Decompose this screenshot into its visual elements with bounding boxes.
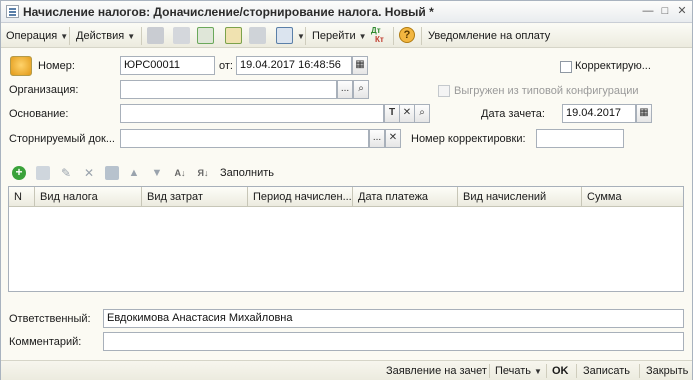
reversed-doc-input[interactable] — [120, 129, 369, 148]
chevron-down-icon: ▼ — [127, 32, 136, 41]
correction-number-input[interactable] — [536, 129, 624, 148]
toolbar-divider — [421, 27, 422, 45]
bottom-command-bar: Заявление на зачет Печать ▼ OK Записать З… — [1, 360, 692, 380]
clear-icon[interactable]: ✕ — [385, 129, 401, 148]
copy-row-icon[interactable] — [36, 166, 50, 180]
number-edit-icon[interactable] — [10, 56, 32, 76]
correction-checkbox[interactable] — [560, 61, 572, 73]
column-header-expense-type[interactable]: Вид затрат — [142, 187, 248, 207]
comment-input[interactable] — [103, 332, 684, 351]
responsible-input[interactable]: Евдокимова Анастасия Михайловна — [103, 309, 684, 328]
help-icon[interactable]: ? — [399, 27, 415, 43]
toolbar-divider — [141, 27, 142, 45]
post-document-icon[interactable] — [147, 27, 164, 44]
close-button[interactable]: Закрыть — [646, 364, 688, 379]
column-header-accrual-period[interactable]: Период начислен... — [248, 187, 353, 207]
toolbar-divider — [305, 27, 306, 45]
save-button[interactable]: Записать — [583, 364, 630, 379]
ok-button[interactable]: OK — [552, 364, 569, 379]
main-toolbar: Операция ▼ Действия ▼ ▼ Перейти ▼ Дт Кт ? У… — [1, 24, 692, 48]
fill-button[interactable]: Заполнить — [220, 167, 274, 179]
edit-row-icon[interactable]: ✎ — [59, 166, 73, 180]
toolbar-divider — [546, 364, 547, 378]
column-header-amount[interactable]: Сумма — [582, 187, 683, 207]
date-from-label: от: — [219, 60, 233, 72]
exported-checkbox[interactable] — [438, 85, 450, 97]
number-input[interactable]: ЮРС00011 — [120, 56, 215, 75]
actions-menu[interactable]: Действия ▼ — [76, 28, 135, 44]
column-header-tax-type[interactable]: Вид налога — [35, 187, 142, 207]
print-menu[interactable]: Печать ▼ — [495, 364, 542, 379]
column-header-payment-date[interactable]: Дата платежа — [353, 187, 458, 207]
document-icon — [6, 5, 19, 18]
dt-kt-icon[interactable]: Дт Кт — [371, 26, 384, 44]
toolbar-divider — [639, 364, 640, 378]
exported-label: Выгружен из типовой конфигурации — [454, 85, 639, 97]
list-icon[interactable] — [173, 27, 190, 44]
delete-row-icon[interactable]: ✕ — [82, 166, 96, 180]
toolbar-divider — [393, 27, 394, 45]
end-edit-icon[interactable] — [105, 166, 119, 180]
operation-menu[interactable]: Операция ▼ — [6, 28, 68, 44]
search-icon[interactable]: ⌕ — [353, 80, 369, 99]
number-label: Номер: — [38, 60, 75, 72]
responsible-label: Ответственный: — [9, 313, 91, 325]
offset-statement-button[interactable]: Заявление на зачет — [386, 364, 487, 379]
chevron-down-icon: ▼ — [358, 32, 367, 41]
structure-icon[interactable] — [249, 27, 266, 44]
column-header-n[interactable]: N — [9, 187, 35, 207]
create-based-on-icon[interactable] — [225, 27, 242, 44]
basis-type-button[interactable]: T — [384, 104, 400, 123]
calendar-icon[interactable]: ▦ — [352, 56, 368, 75]
maximize-button[interactable]: □ — [658, 5, 672, 18]
toolbar-divider — [576, 364, 577, 378]
document-date-input[interactable]: 19.04.2017 16:48:56 — [236, 56, 352, 75]
comment-label: Комментарий: — [9, 336, 82, 348]
print-menu-label: Печать — [495, 365, 532, 377]
dt-label: Дт — [371, 26, 381, 35]
move-down-icon[interactable]: ▼ — [150, 166, 164, 180]
calendar-icon[interactable]: ▦ — [636, 104, 652, 123]
table-header: N Вид налога Вид затрат Период начислен.… — [9, 187, 683, 207]
move-up-icon[interactable]: ▲ — [127, 166, 141, 180]
toolbar-divider — [69, 27, 70, 45]
goto-menu[interactable]: Перейти ▼ — [312, 28, 367, 44]
payment-notice-button[interactable]: Уведомление на оплату — [428, 28, 550, 44]
sort-descending-icon[interactable]: Я↓ — [196, 166, 210, 180]
correction-label: Корректирую... — [575, 60, 651, 72]
chevron-down-icon: ▼ — [60, 32, 69, 41]
add-row-icon[interactable]: + — [12, 166, 26, 180]
basis-label: Основание: — [9, 108, 69, 120]
offset-date-input[interactable]: 19.04.2017 — [562, 104, 636, 123]
correction-number-label: Номер корректировки: — [411, 133, 526, 145]
taxes-table[interactable]: N Вид налога Вид затрат Период начислен.… — [8, 186, 684, 292]
reversed-doc-select-button[interactable]: ... — [369, 129, 385, 148]
chevron-down-icon: ▼ — [534, 367, 542, 376]
document-window: Начисление налогов: Доначисление/сторнир… — [0, 0, 693, 380]
search-icon[interactable]: ⌕ — [414, 104, 430, 123]
operation-menu-label: Операция — [6, 30, 58, 42]
offset-date-label: Дата зачета: — [481, 108, 545, 120]
reversed-doc-label: Сторнируемый док... — [9, 133, 115, 145]
close-window-button[interactable]: ✕ — [675, 5, 689, 18]
move-icon[interactable] — [276, 27, 293, 44]
kt-label: Кт — [375, 35, 384, 44]
copy-document-icon[interactable] — [197, 27, 214, 44]
minimize-button[interactable]: — — [641, 5, 655, 18]
actions-menu-label: Действия — [76, 30, 125, 42]
organization-input[interactable] — [120, 80, 337, 99]
sort-ascending-icon[interactable]: A↓ — [173, 166, 187, 180]
window-title: Начисление налогов: Доначисление/сторнир… — [23, 5, 434, 19]
column-header-accrual-kind[interactable]: Вид начислений — [458, 187, 582, 207]
organization-label: Организация: — [9, 84, 79, 96]
chevron-down-icon: ▼ — [297, 32, 305, 41]
basis-input[interactable] — [120, 104, 384, 123]
clear-icon[interactable]: ✕ — [399, 104, 415, 123]
goto-menu-label: Перейти — [312, 30, 356, 42]
toolbar-divider — [489, 364, 490, 378]
organization-select-button[interactable]: ... — [337, 80, 353, 99]
title-bar: Начисление налогов: Доначисление/сторнир… — [1, 1, 692, 23]
